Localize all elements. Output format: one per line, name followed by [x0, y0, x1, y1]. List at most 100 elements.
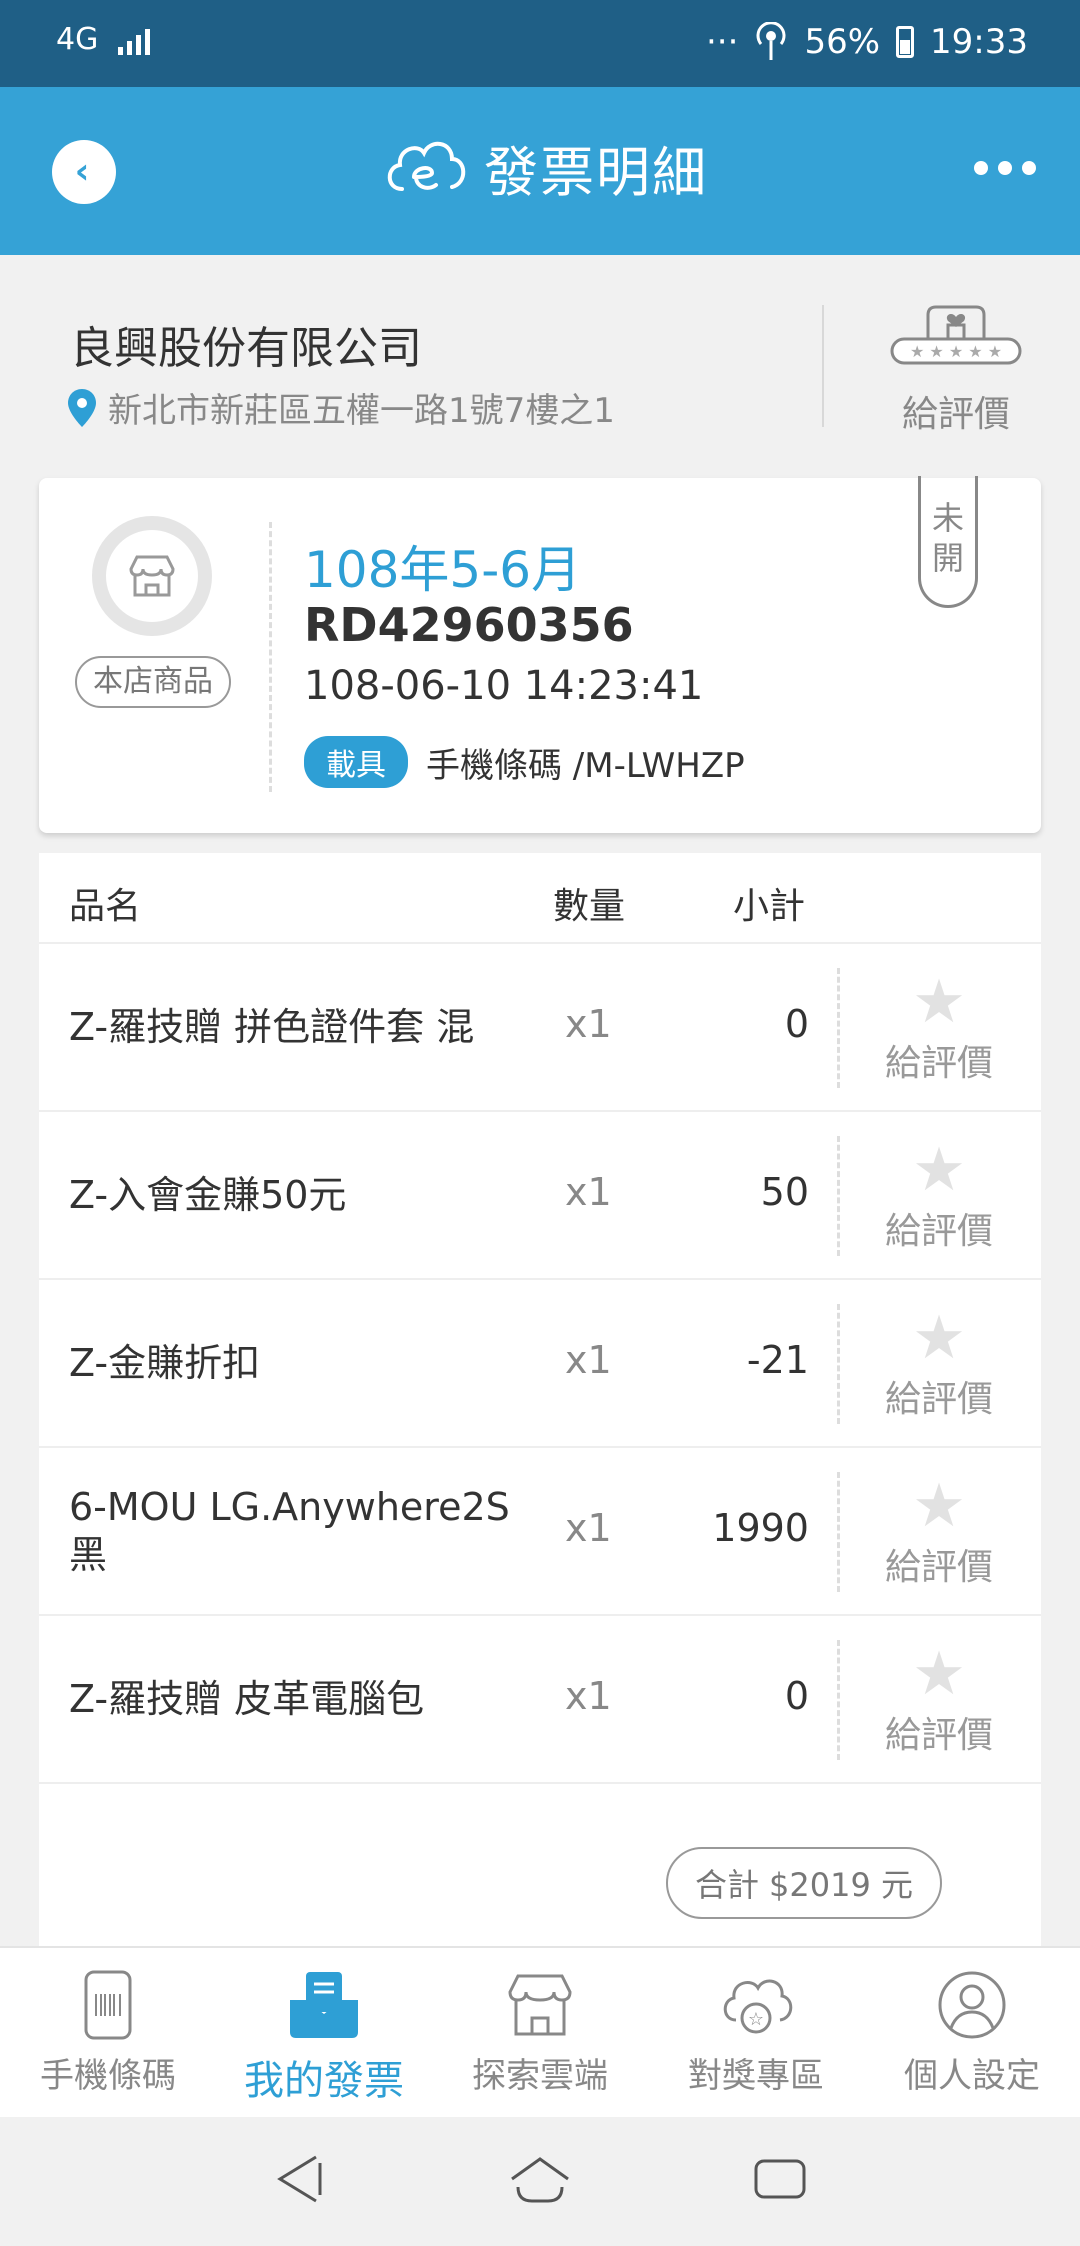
status-bar: 4G ··· 56% 19:33	[0, 0, 1080, 87]
header-name: 品名	[69, 886, 142, 927]
back-button[interactable]: ‹	[52, 140, 116, 204]
status-right: ··· 56% 19:33	[706, 22, 1028, 62]
row-divider	[837, 968, 840, 1088]
carrier-badge: 載具	[304, 736, 408, 788]
item-name: Z-羅技贈 拼色證件套 混	[69, 1005, 475, 1049]
status-left: 4G	[56, 22, 151, 57]
carrier-value: 手機條碼 /M-LWHZP	[426, 745, 745, 786]
item-subtotal: 0	[784, 1674, 809, 1718]
rate-item-button[interactable]: ★ 給評價	[869, 972, 1009, 1086]
person-icon	[938, 1971, 1006, 2039]
hotspot-icon	[756, 22, 786, 60]
rate-item-label: 給評價	[884, 1043, 993, 1084]
title-wrap: 發票明細	[380, 127, 708, 207]
home-icon[interactable]	[508, 2149, 572, 2209]
address-text: 新北市新莊區五權一路1號7樓之1	[108, 391, 615, 431]
invoice-period: 108年5-6月	[304, 541, 582, 599]
nav-explore-cloud[interactable]: 探索雲端	[432, 1948, 648, 2117]
table-row: 6-MOU LG.Anywhere2S 黑 x1 1990 ★ 給評價	[39, 1448, 1041, 1616]
signal-icon	[118, 25, 151, 55]
items-table: 品名 數量 小計 Z-羅技贈 拼色證件套 混 x1 0 ★ 給評價 Z-入會金賺…	[39, 853, 1041, 1953]
nav-prize-zone[interactable]: ☆ 對獎專區	[648, 1948, 864, 2117]
rate-item-label: 給評價	[884, 1211, 993, 1252]
nav-label: 我的發票	[244, 2058, 404, 2104]
shop-avatar	[92, 516, 212, 636]
table-header: 品名 數量 小計	[39, 853, 1041, 944]
nav-label: 對獎專區	[688, 2056, 824, 2096]
header-qty: 數量	[553, 886, 626, 927]
item-qty: x1	[565, 1002, 612, 1046]
store-name: 良興股份有限公司	[70, 323, 422, 374]
store-icon	[508, 1974, 572, 2036]
item-name: Z-入會金賺50元	[69, 1173, 347, 1217]
card-divider	[269, 522, 272, 792]
store-address[interactable]: 新北市新莊區五權一路1號7樓之1	[68, 383, 615, 432]
nav-label: 探索雲端	[472, 2056, 608, 2096]
nav-label: 個人設定	[904, 2056, 1040, 2096]
star-icon: ★	[912, 1303, 966, 1373]
app-header: ‹ 發票明細	[0, 87, 1080, 255]
status-char-1: 未	[931, 499, 964, 537]
invoice-number: RD42960356	[304, 598, 634, 652]
total-value: $2019 元	[769, 1866, 913, 1904]
star-icon: ★	[912, 1135, 966, 1205]
item-name: 6-MOU LG.Anywhere2S 黑	[69, 1485, 510, 1577]
rate-item-button[interactable]: ★ 給評價	[869, 1476, 1009, 1590]
phone-barcode-icon	[84, 1970, 132, 2040]
invoice-card: 本店商品 108年5-6月 RD42960356 108-06-10 14:23…	[39, 476, 1041, 833]
item-subtotal: 1990	[712, 1506, 809, 1550]
rate-item-button[interactable]: ★ 給評價	[869, 1308, 1009, 1422]
svg-text:☆: ☆	[748, 2009, 764, 2030]
row-divider	[837, 1640, 840, 1760]
total-label: 合計	[695, 1866, 760, 1904]
table-row: Z-羅技贈 皮革電腦包 x1 0 ★ 給評價	[39, 1616, 1041, 1784]
item-name: Z-金賺折扣	[69, 1341, 261, 1385]
row-divider	[837, 1136, 840, 1256]
prize-status-tag: 未 開	[918, 476, 978, 608]
table-row: Z-入會金賺50元 x1 50 ★ 給評價	[39, 1112, 1041, 1280]
page-title: 發票明細	[484, 140, 708, 204]
more-options-button[interactable]	[974, 161, 1036, 175]
item-qty: x1	[565, 1506, 612, 1550]
item-qty: x1	[565, 1338, 612, 1382]
item-subtotal: 0	[784, 1002, 809, 1046]
chevron-left-icon: ‹	[74, 151, 90, 192]
rate-item-button[interactable]: ★ 給評價	[869, 1644, 1009, 1758]
my-invoice-icon	[290, 1972, 358, 2038]
item-name: Z-羅技贈 皮革電腦包	[69, 1677, 425, 1721]
nav-personal-settings[interactable]: 個人設定	[864, 1948, 1080, 2117]
item-qty: x1	[565, 1170, 612, 1214]
star-icon: ★	[912, 1471, 966, 1541]
store-info: 良興股份有限公司 新北市新莊區五權一路1號7樓之1 ★ ★ ★ ★ ★ 給評價	[0, 255, 1080, 477]
header-subtotal: 小計	[733, 886, 806, 927]
more-dots: ···	[706, 22, 739, 62]
store-rating-icon: ★ ★ ★ ★ ★	[890, 305, 1022, 365]
row-divider	[837, 1472, 840, 1592]
recents-icon[interactable]	[752, 2149, 808, 2209]
item-qty: x1	[565, 1674, 612, 1718]
cloud-star-icon: ☆	[723, 1979, 793, 2034]
rate-store-button[interactable]: ★ ★ ★ ★ ★ 給評價	[876, 295, 1036, 437]
clock: 19:33	[930, 22, 1028, 62]
status-char-2: 開	[931, 539, 964, 577]
rate-item-button[interactable]: ★ 給評價	[869, 1140, 1009, 1254]
system-nav-bar	[0, 2117, 1080, 2246]
svg-text:★ ★ ★ ★ ★: ★ ★ ★ ★ ★	[910, 342, 1002, 361]
star-icon: ★	[912, 1639, 966, 1709]
item-subtotal: 50	[760, 1170, 809, 1214]
table-row: Z-羅技贈 拼色證件套 混 x1 0 ★ 給評價	[39, 944, 1041, 1112]
nav-label: 手機條碼	[40, 2056, 176, 2096]
nav-phone-barcode[interactable]: 手機條碼	[0, 1948, 216, 2117]
nav-my-invoice[interactable]: 我的發票	[216, 1948, 432, 2117]
cloud-e-logo-icon	[387, 142, 466, 191]
bottom-nav: 手機條碼 我的發票 探索雲端 ☆ 對獎專區 個人設定	[0, 1946, 1080, 2117]
rate-item-label: 給評價	[884, 1547, 993, 1588]
row-divider	[837, 1304, 840, 1424]
star-icon: ★	[912, 967, 966, 1037]
item-subtotal: -21	[746, 1338, 809, 1382]
own-goods-button[interactable]: 本店商品	[75, 656, 231, 708]
total-badge: 合計 $2019 元	[666, 1847, 942, 1919]
invoice-datetime: 108-06-10 14:23:41	[304, 663, 704, 709]
back-triangle-icon[interactable]	[272, 2149, 328, 2209]
location-pin-icon	[68, 388, 96, 427]
